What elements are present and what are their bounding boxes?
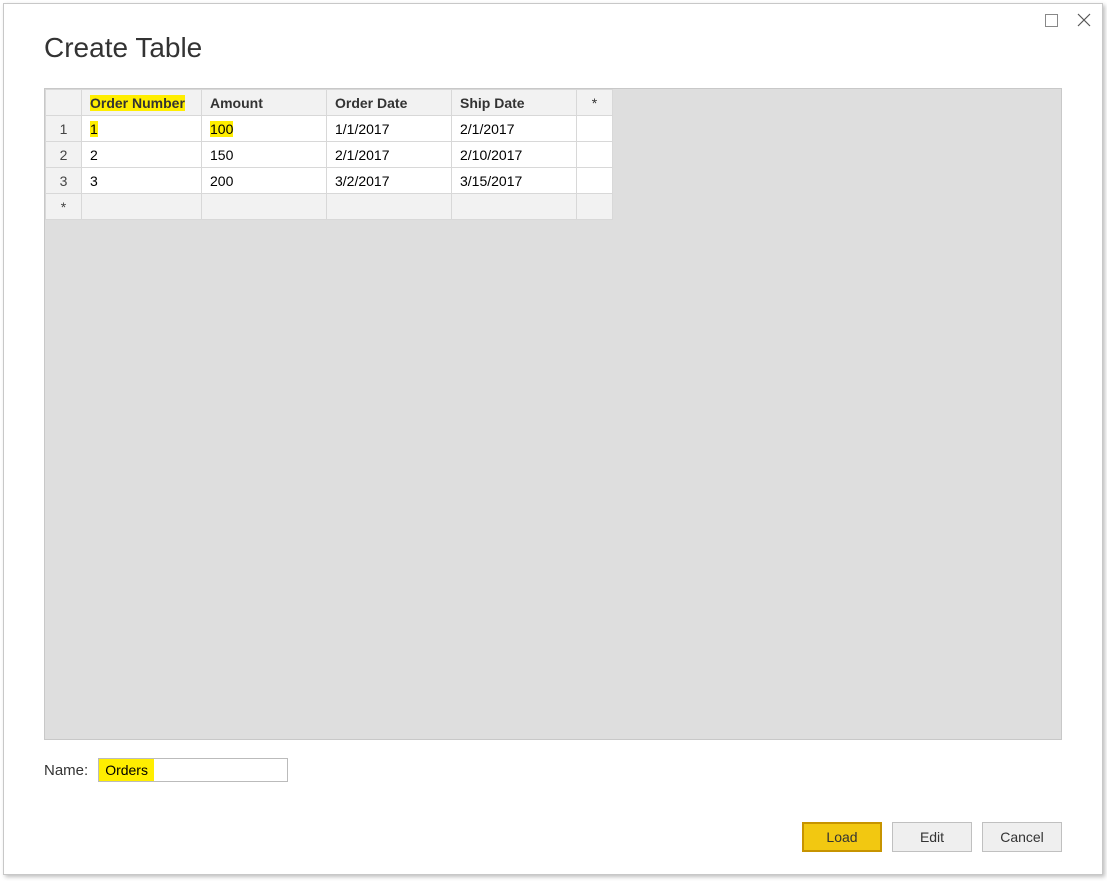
close-icon[interactable] xyxy=(1076,12,1092,28)
cell-empty[interactable] xyxy=(577,194,613,220)
maximize-icon[interactable] xyxy=(1045,14,1058,27)
window-controls xyxy=(1045,12,1092,28)
button-row: Load Edit Cancel xyxy=(44,822,1062,852)
data-grid-area: Order Number Amount Order Date Ship Date… xyxy=(44,88,1062,740)
cell-ship-date[interactable]: 2/1/2017 xyxy=(452,116,577,142)
cell-order-number[interactable]: 1 xyxy=(82,116,202,142)
cancel-button[interactable]: Cancel xyxy=(982,822,1062,852)
cell-order-date[interactable]: 2/1/2017 xyxy=(327,142,452,168)
cell-empty[interactable] xyxy=(577,168,613,194)
cell-empty[interactable] xyxy=(327,194,452,220)
col-header-add-column[interactable]: * xyxy=(577,90,613,116)
row-index[interactable]: 3 xyxy=(46,168,82,194)
row-new-marker[interactable]: * xyxy=(46,194,82,220)
cell-amount[interactable]: 150 xyxy=(202,142,327,168)
cell-amount[interactable]: 100 xyxy=(202,116,327,142)
cell-ship-date[interactable]: 3/15/2017 xyxy=(452,168,577,194)
cell-empty[interactable] xyxy=(82,194,202,220)
cell-empty[interactable] xyxy=(202,194,327,220)
table-new-row[interactable]: * xyxy=(46,194,613,220)
cell-empty[interactable] xyxy=(452,194,577,220)
cell-ship-date[interactable]: 2/10/2017 xyxy=(452,142,577,168)
cell-order-number[interactable]: 3 xyxy=(82,168,202,194)
table-name-input[interactable] xyxy=(98,758,288,782)
table-row[interactable]: 2 2 150 2/1/2017 2/10/2017 xyxy=(46,142,613,168)
cell-empty[interactable] xyxy=(577,142,613,168)
create-table-dialog: Create Table Order Number Amount Order D… xyxy=(3,3,1103,875)
cell-order-date[interactable]: 1/1/2017 xyxy=(327,116,452,142)
name-row: Name: xyxy=(44,758,1062,782)
col-header-amount[interactable]: Amount xyxy=(202,90,327,116)
cell-order-number[interactable]: 2 xyxy=(82,142,202,168)
col-header-order-date[interactable]: Order Date xyxy=(327,90,452,116)
col-header-order-number[interactable]: Order Number xyxy=(82,90,202,116)
cell-amount[interactable]: 200 xyxy=(202,168,327,194)
table-row[interactable]: 3 3 200 3/2/2017 3/15/2017 xyxy=(46,168,613,194)
cell-empty[interactable] xyxy=(577,116,613,142)
dialog-title: Create Table xyxy=(44,32,1102,64)
data-grid[interactable]: Order Number Amount Order Date Ship Date… xyxy=(45,89,613,220)
table-row[interactable]: 1 1 100 1/1/2017 2/1/2017 xyxy=(46,116,613,142)
edit-button[interactable]: Edit xyxy=(892,822,972,852)
cell-order-date[interactable]: 3/2/2017 xyxy=(327,168,452,194)
col-header-ship-date[interactable]: Ship Date xyxy=(452,90,577,116)
row-index[interactable]: 1 xyxy=(46,116,82,142)
load-button[interactable]: Load xyxy=(802,822,882,852)
name-label: Name: xyxy=(44,762,88,779)
corner-header[interactable] xyxy=(46,90,82,116)
row-index[interactable]: 2 xyxy=(46,142,82,168)
